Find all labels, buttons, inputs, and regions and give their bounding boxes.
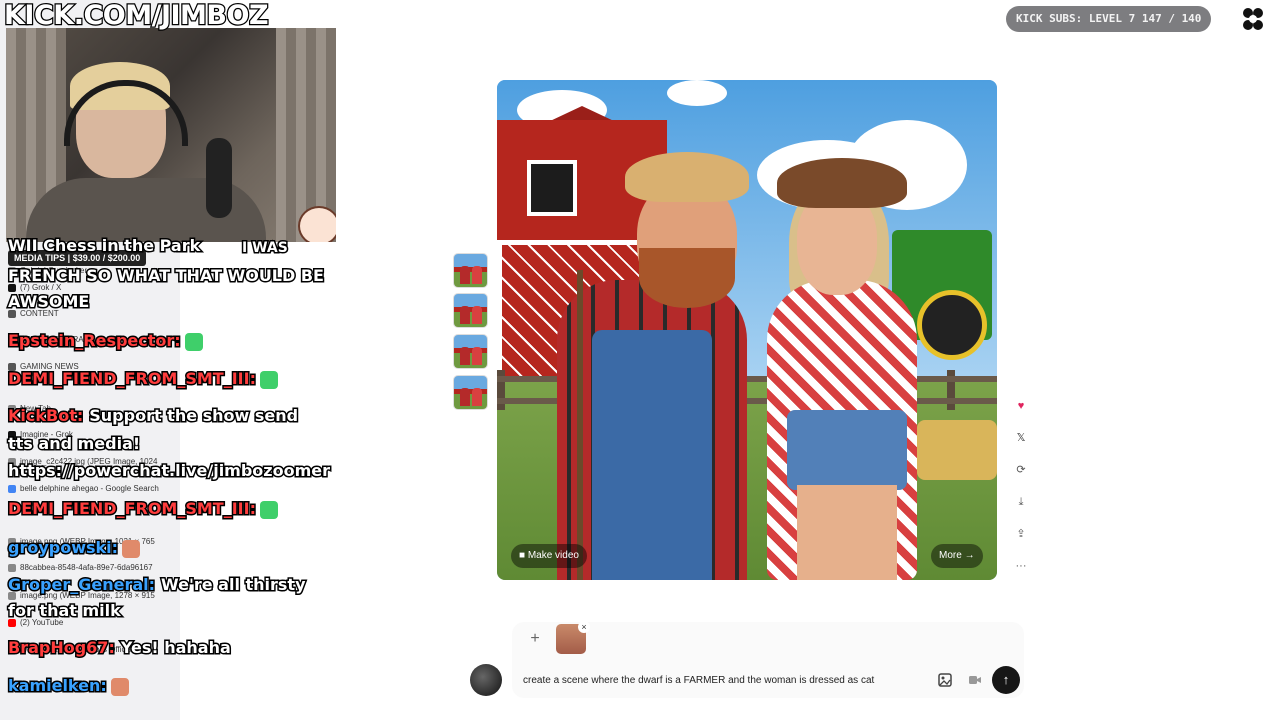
thumbnail[interactable] <box>453 293 488 328</box>
thumbnail[interactable] <box>453 334 488 369</box>
browser-tab-label: belle delphine ahegao - Google Search <box>20 484 159 493</box>
chat-text: tts and media! <box>6 433 141 455</box>
thumbnail[interactable] <box>453 375 488 410</box>
video-mode-icon[interactable] <box>968 673 982 687</box>
browser-tab-label: 88cabbea-8548-4afa-89e7-6da96167 <box>20 563 153 572</box>
like-heart-icon[interactable]: ♥ <box>1011 396 1031 416</box>
chat-message: BrapHog67: Yes! hahaha <box>7 637 233 659</box>
chat-username: BrapHog67: <box>7 637 117 659</box>
thumbnail[interactable] <box>453 253 488 288</box>
chat-message: WII Chess in the Park <box>6 235 201 257</box>
chat-emote-icon <box>259 370 278 389</box>
chat-message: DEMI_FIEND_FROM_SMT_III: <box>7 368 278 390</box>
prompt-input[interactable] <box>520 670 916 690</box>
regenerate-icon[interactable]: ⟳ <box>1011 460 1031 480</box>
chat-message: groypowski: <box>6 537 141 559</box>
chat-username: Epstein_Respector: <box>7 330 183 352</box>
chat-username: Groper_General: <box>6 574 156 596</box>
tab-favicon-icon <box>8 618 16 627</box>
more-options-icon[interactable]: ··· <box>1011 556 1031 576</box>
chat-username: KickBot: <box>6 405 84 427</box>
arrow-right-icon: → <box>961 550 975 561</box>
chat-message: KickBot: Support the show send <box>6 405 300 427</box>
chat-text: https://powerchat.live/jimbozoomer <box>6 460 331 482</box>
chat-message: Groper_General: We're all thirsty <box>6 574 307 596</box>
chat-message: tts and media! <box>6 433 141 455</box>
chat-emote-icon <box>122 539 141 558</box>
user-avatar[interactable] <box>470 664 502 696</box>
chat-emote-icon <box>110 677 129 696</box>
chat-text: Yes! hahaha <box>119 637 232 659</box>
tab-favicon-icon <box>8 283 16 292</box>
chat-message: DEMI_FIEND_FROM_SMT_III: <box>7 498 278 520</box>
chat-message: AWSOME <box>6 291 90 313</box>
more-label: More <box>939 550 962 561</box>
chat-message: https://powerchat.live/jimbozoomer <box>6 460 331 482</box>
generated-image[interactable]: ■ Make video More → <box>497 80 997 580</box>
browser-tab-item[interactable]: 88cabbea-8548-4afa-89e7-6da96167 <box>8 563 153 572</box>
chat-emote-icon <box>259 500 278 519</box>
tab-favicon-icon <box>8 484 16 493</box>
chat-message: kamielken: <box>7 675 129 697</box>
chat-text: AWSOME <box>6 291 90 313</box>
chat-overlap-text: I WAS <box>241 239 290 258</box>
chat-message: Epstein_Respector: <box>7 330 203 352</box>
tab-favicon-icon <box>8 309 16 318</box>
chat-username: kamielken: <box>7 675 109 697</box>
tab-favicon-icon <box>8 563 16 572</box>
chat-message: for that milk <box>7 600 123 622</box>
make-video-button[interactable]: ■ Make video <box>511 544 587 568</box>
chat-text: WII Chess in the Park <box>6 235 201 257</box>
chat-emote-icon <box>184 332 203 351</box>
download-icon[interactable]: ⤓ <box>1011 492 1031 512</box>
add-attachment-button[interactable]: + <box>526 630 544 648</box>
make-video-label: Make video <box>527 550 579 561</box>
chat-username: DEMI_FIEND_FROM_SMT_III: <box>7 498 258 520</box>
chat-text: Support the show send <box>88 405 300 427</box>
chat-username: groypowski: <box>6 537 119 559</box>
chat-text: We're all thirsty <box>160 574 307 596</box>
channel-title: KICK.COM/JIMBOZ <box>3 0 270 32</box>
share-icon[interactable]: ⇪ <box>1011 524 1031 544</box>
image-mode-icon[interactable] <box>938 673 952 687</box>
chibi-mascot-icon <box>298 206 336 242</box>
more-button[interactable]: More → <box>931 544 983 568</box>
chat-username: DEMI_FIEND_FROM_SMT_III: <box>7 368 258 390</box>
chat-text: for that milk <box>7 600 123 622</box>
chat-message: FRENCH SO WHAT THAT WOULD BE <box>7 265 326 287</box>
chat-text: FRENCH SO WHAT THAT WOULD BE <box>7 265 326 287</box>
webcam-feed <box>6 28 336 242</box>
browser-tab-item[interactable]: belle delphine ahegao - Google Search <box>8 484 159 493</box>
x-share-icon[interactable]: 𝕏 <box>1011 428 1031 448</box>
remove-attachment-button[interactable]: × <box>578 621 590 633</box>
subs-goal-badge: KICK SUBS: LEVEL 7 147 / 140 <box>1006 6 1212 32</box>
brand-logo-icon <box>1243 8 1263 30</box>
video-camera-icon: ■ <box>519 550 528 561</box>
send-button[interactable]: ↑ <box>992 666 1020 694</box>
